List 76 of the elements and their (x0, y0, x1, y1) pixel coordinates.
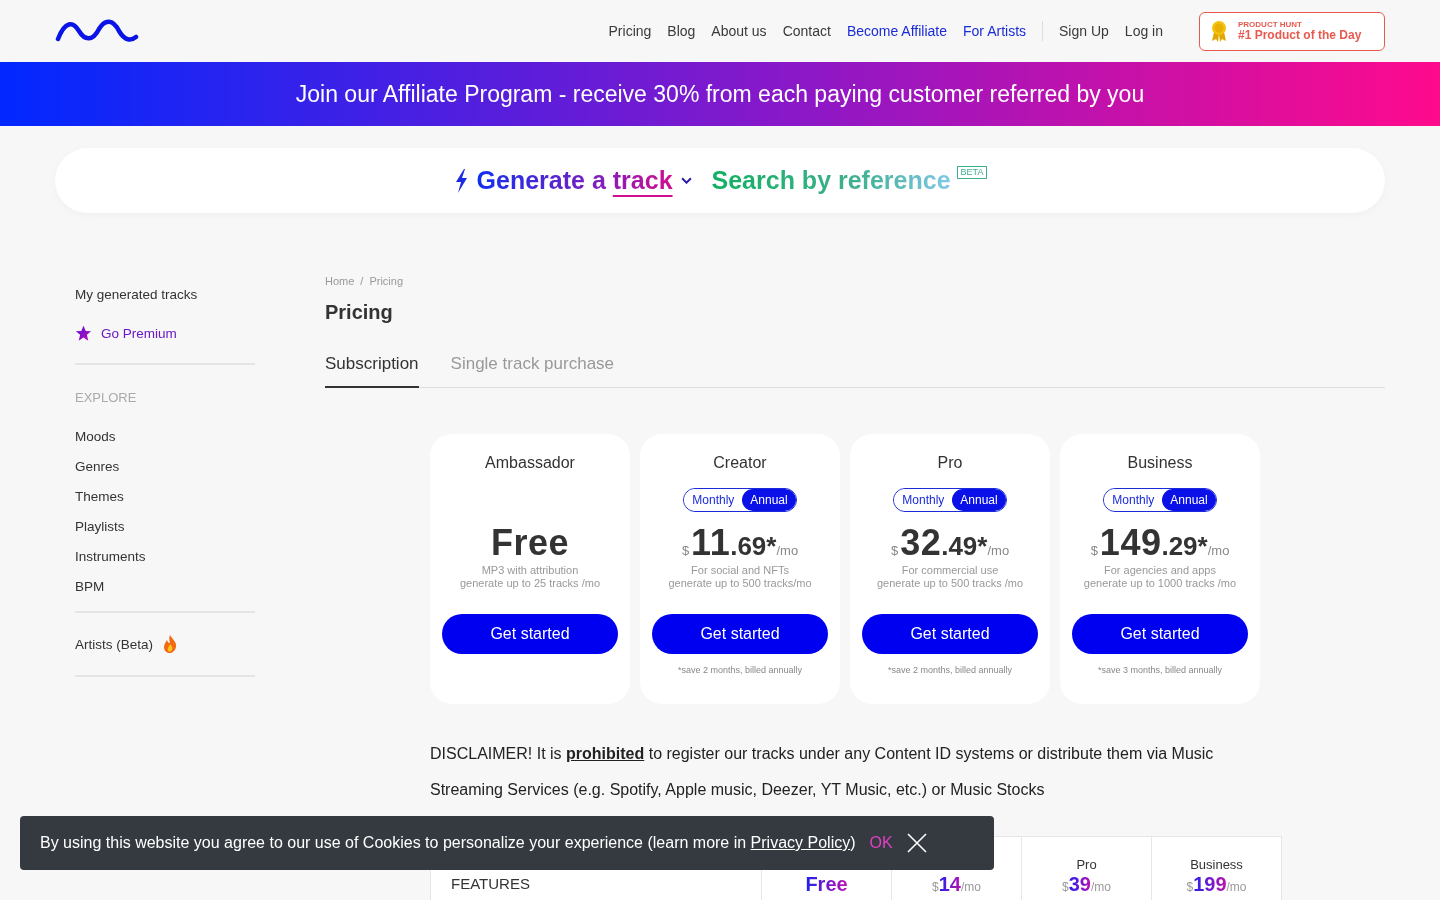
get-started-button[interactable]: Get started (1072, 614, 1248, 654)
section-heading: EXPLORE (75, 388, 138, 407)
flame-icon (163, 635, 177, 653)
promo-banner[interactable]: Join our Affiliate Program - receive 30% from each paying customer referred by you (0, 62, 1440, 126)
plan-name: Ambassador (485, 454, 575, 472)
plan-description: For commercial use (901, 564, 999, 577)
plan-limit: generate up to 500 tracks /mo (876, 577, 1024, 590)
price-amount: 149 (1099, 522, 1162, 564)
plan-limit: generate up to 1000 tracks /mo (1083, 577, 1237, 590)
currency-symbol: $ (890, 543, 899, 558)
features-heading: FEATURES (451, 875, 530, 892)
privacy-policy-link[interactable]: Privacy Policy (750, 834, 851, 851)
price-cents: .49* (941, 531, 988, 562)
plan-description: For agencies and apps (1104, 564, 1216, 577)
price-unit: /mo (776, 543, 799, 558)
price-amount: 32 (900, 522, 942, 564)
plan-limit: generate up to 500 tracks/mo (668, 577, 812, 590)
sidebar-item[interactable]: BPM (75, 571, 255, 601)
plan-limit: generate up to 25 tracks /mo (460, 577, 600, 590)
nav-link[interactable]: Sign Up (1059, 23, 1109, 39)
price-unit: /mo (987, 543, 1010, 558)
billing-option[interactable]: Annual (952, 489, 1006, 511)
award-overline: PRODUCT HUNT (1238, 19, 1303, 29)
nav-link[interactable]: Contact (782, 23, 831, 39)
plan-description: For social and NFTs (691, 564, 789, 577)
price-amount: Free (490, 522, 569, 564)
currency-symbol: $ (1090, 543, 1098, 558)
star-icon (75, 325, 92, 342)
disclaimer-text: DISCLAIMER! It is prohibited to register our tracks under any Content ID systems or distribute them via Music Streaming Services (e.g. Spotify, Apple music, Deezer, YT Music, etc.) or Music Stocks (430, 744, 1215, 800)
sidebar-item[interactable]: Artists (Beta) (75, 623, 255, 665)
sidebar-item[interactable]: Moods (75, 421, 255, 451)
sidebar-item[interactable]: Instruments (75, 541, 255, 571)
page-title: Pricing (325, 301, 394, 324)
savings-note: *save 3 months, billed annually (1097, 665, 1223, 675)
breadcrumb-separator: / (360, 275, 364, 287)
sidebar-item[interactable]: Themes (75, 481, 255, 511)
close-icon[interactable] (906, 833, 927, 853)
price-amount: 11 (691, 522, 731, 564)
nav-link[interactable]: Pricing (608, 23, 652, 39)
medal-icon (1210, 20, 1228, 42)
column-price: $14/mo (932, 873, 981, 896)
get-started-button[interactable]: Get started (442, 614, 618, 654)
nav-link[interactable]: For Artists (963, 23, 1027, 39)
price-unit: /mo (1207, 543, 1230, 558)
nav-link[interactable]: Become Affiliate (846, 23, 947, 39)
award-badge[interactable]: PRODUCT HUNT #1 Product of the Day (1199, 11, 1385, 51)
beta-tag: BETA (956, 166, 988, 179)
sidebar-item[interactable]: My generated tracks (75, 275, 255, 314)
plan-name: Creator (713, 454, 767, 472)
column-heading: Pro (1076, 857, 1097, 873)
plan-description: MP3 with attribution (481, 564, 579, 577)
savings-note: *save 2 months, billed annually (677, 665, 803, 675)
get-started-button[interactable]: Get started (652, 614, 828, 654)
chevron-down-icon[interactable] (680, 177, 692, 184)
billing-option[interactable]: Annual (742, 489, 796, 511)
column-price: $39/mo (1062, 873, 1111, 896)
sidebar-item[interactable]: Go Premium (75, 314, 255, 353)
savings-note: *save 2 months, billed annually (887, 665, 1013, 675)
nav-link[interactable]: Blog (667, 23, 696, 39)
billing-option[interactable]: Annual (1162, 489, 1216, 511)
prohibited-link[interactable]: prohibited (566, 745, 645, 762)
plan-name: Business (1127, 454, 1193, 472)
price-cents: .29* (1161, 531, 1208, 562)
column-heading: Business (1190, 857, 1243, 873)
nav-link[interactable]: About us (711, 23, 767, 39)
nav-link[interactable]: Log in (1124, 23, 1163, 39)
sidebar-item[interactable]: Playlists (75, 511, 255, 541)
sidebar-item[interactable]: Genres (75, 451, 255, 481)
cookie-message: By using this website you agree to our use of Cookies to personalize your experience (learn more in Privacy Policy) (40, 834, 856, 852)
get-started-button[interactable]: Get started (862, 614, 1038, 654)
award-title: #1 Product of the Day (1238, 28, 1362, 43)
currency-symbol: $ (681, 543, 690, 558)
price-cents: .69* (730, 531, 777, 562)
tab[interactable]: Subscription (325, 346, 419, 388)
wave-logo[interactable] (55, 19, 139, 43)
plan-name: Pro (937, 454, 963, 472)
